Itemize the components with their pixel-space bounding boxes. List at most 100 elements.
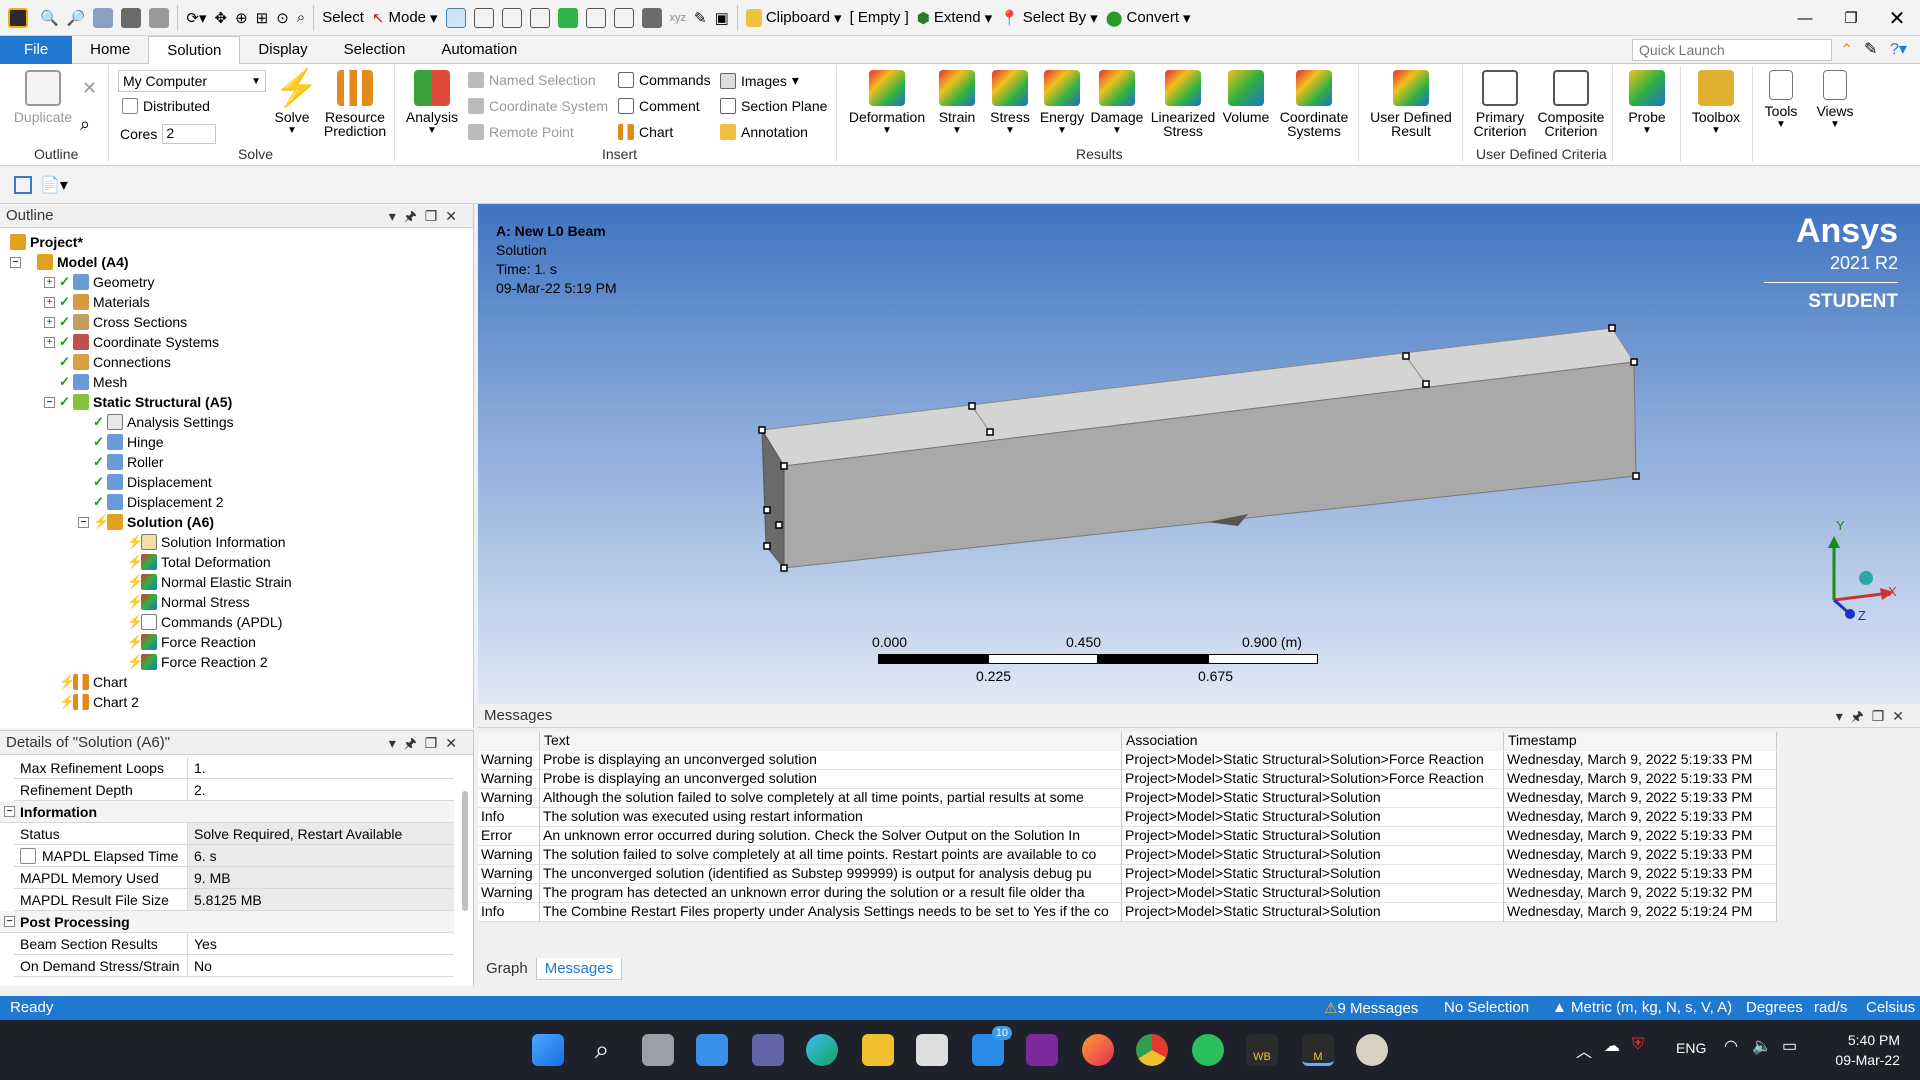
firefox-icon[interactable]	[1082, 1034, 1114, 1066]
probe-button[interactable]: Probe ▼	[1620, 70, 1674, 138]
chrome-icon[interactable]	[1136, 1034, 1168, 1066]
detail-row[interactable]: MAPDL Result File Size 5.8125 MB	[14, 889, 454, 911]
shaded-view-icon[interactable]	[117, 3, 145, 33]
details-section-post-processing[interactable]: − Post Processing	[0, 911, 454, 933]
message-row[interactable]: Warning The program has detected an unkno…	[478, 884, 1777, 903]
images-button[interactable]: Images ▾	[720, 72, 799, 89]
panel-controls[interactable]: ▾🖈❐✕	[389, 733, 465, 757]
checkbox-icon[interactable]	[20, 847, 36, 864]
expand-icon[interactable]: +	[44, 276, 55, 288]
primary-criterion-button[interactable]: Primary Criterion	[1466, 70, 1534, 138]
tab-graph[interactable]: Graph	[478, 958, 536, 980]
coordinate-system-button[interactable]: Coordinate System	[468, 98, 608, 114]
windows-start-icon[interactable]	[532, 1034, 564, 1066]
tree-normal-elastic-strain[interactable]: ⚡ Normal Elastic Strain	[127, 572, 292, 592]
tree-roller[interactable]: ✓ Roller	[93, 452, 164, 472]
commands-button[interactable]: Commands	[618, 72, 711, 88]
box-select-icon[interactable]	[89, 3, 117, 33]
user-defined-result-button[interactable]: User Defined Result	[1364, 70, 1458, 138]
tree-solution-information[interactable]: ⚡ Solution Information	[127, 532, 286, 552]
section-view-icon[interactable]	[145, 3, 173, 33]
tree-coordinate-systems[interactable]: + ✓ Coordinate Systems	[44, 332, 219, 352]
energy-button[interactable]: Energy ▼	[1036, 70, 1088, 138]
detail-row[interactable]: MAPDL Elapsed Time 6. s	[14, 845, 454, 867]
tree-solution[interactable]: − ⚡ Solution (A6)	[78, 512, 214, 532]
solve-target-select[interactable]: My Computer ▼	[118, 70, 266, 92]
chevron-up-tray-icon[interactable]: ︿	[1576, 1038, 1592, 1062]
detail-row[interactable]: Max Refinement Loops 1.	[14, 757, 454, 779]
tree-connections[interactable]: ✓ Connections	[59, 352, 171, 372]
messages-status[interactable]: ⚠9 Messages	[1324, 999, 1418, 1017]
mail-icon[interactable]: 10	[972, 1026, 1012, 1066]
select-by-button[interactable]: 📍 Select By ▾	[996, 3, 1102, 33]
tree-normal-stress[interactable]: ⚡ Normal Stress	[127, 592, 250, 612]
message-row[interactable]: Warning Although the solution failed to s…	[478, 789, 1777, 808]
analysis-button[interactable]: Analysis ▼	[404, 70, 460, 138]
clipboard-button[interactable]: Clipboard ▾	[742, 3, 846, 33]
document-icon[interactable]: 📄▾	[40, 175, 68, 195]
tree-chart-2[interactable]: ⚡ Chart 2	[59, 692, 139, 712]
xyz-icon[interactable]: xyz	[666, 3, 691, 33]
cores-input[interactable]: 2	[162, 124, 217, 144]
tree-chart[interactable]: ⚡ Chart	[59, 672, 127, 692]
tree-displacement-2[interactable]: ✓ Displacement 2	[93, 492, 224, 512]
tab-automation[interactable]: Automation	[423, 36, 535, 64]
detail-row[interactable]: On Demand Stress/Strain No	[14, 955, 454, 977]
extend-button[interactable]: ⬢ Extend ▾	[913, 3, 996, 33]
feedback-icon[interactable]: ✎	[1864, 39, 1877, 59]
collapse-icon[interactable]: −	[44, 396, 55, 408]
help-icon[interactable]: ?▾	[1890, 39, 1907, 59]
select-edge-icon[interactable]	[470, 3, 498, 33]
zoom-box-icon[interactable]: ⊞	[252, 3, 273, 33]
select-button[interactable]: Select	[318, 3, 368, 33]
tree-force-reaction-2[interactable]: ⚡ Force Reaction 2	[127, 652, 268, 672]
message-row[interactable]: Warning The solution failed to solve comp…	[478, 846, 1777, 865]
zoom-in-icon[interactable]: 🔎	[63, 3, 90, 33]
magnifier-icon[interactable]: ⌕	[293, 3, 309, 33]
col-text-header[interactable]: Text	[540, 732, 1122, 750]
cloud-icon[interactable]: ☁	[1604, 1036, 1620, 1056]
tree-model[interactable]: − Model (A4)	[10, 252, 129, 272]
stress-button[interactable]: Stress ▼	[984, 70, 1036, 138]
tab-display[interactable]: Display	[240, 36, 325, 64]
whatsapp-icon[interactable]	[1192, 1034, 1224, 1066]
pan-icon[interactable]: ✥	[210, 3, 231, 33]
tab-file[interactable]: File	[0, 35, 73, 64]
widgets-icon[interactable]	[696, 1034, 728, 1066]
details-section-information[interactable]: − Information	[0, 801, 454, 823]
save-icon[interactable]	[14, 176, 32, 194]
tree-displacement[interactable]: ✓ Displacement	[93, 472, 212, 492]
battery-icon[interactable]: ▭	[1782, 1036, 1797, 1056]
expand-icon[interactable]: +	[44, 316, 55, 328]
restore-button[interactable]: ❐	[1828, 3, 1874, 33]
col-association-header[interactable]: Association	[1122, 732, 1504, 750]
composite-criterion-button[interactable]: Composite Criterion	[1534, 70, 1608, 138]
views-button[interactable]: Views ▼	[1810, 70, 1860, 132]
select-element-face-icon[interactable]	[638, 3, 666, 33]
deformation-button[interactable]: Deformation ▼	[842, 70, 932, 138]
collapse-icon[interactable]: −	[78, 516, 89, 528]
tab-selection[interactable]: Selection	[326, 36, 424, 64]
volume-icon[interactable]: 🔈	[1752, 1036, 1772, 1056]
detail-row[interactable]: MAPDL Memory Used 9. MB	[14, 867, 454, 889]
panel-controls[interactable]: ▾🖈❐✕	[1836, 706, 1912, 730]
tree-materials[interactable]: + ✓ Materials	[44, 292, 150, 312]
tree-mesh[interactable]: ✓ Mesh	[59, 372, 127, 392]
clock[interactable]: 5:40 PM 09-Mar-22	[1820, 1030, 1900, 1070]
solve-button[interactable]: ⚡ Solve ▼	[270, 70, 319, 138]
damage-button[interactable]: Damage ▼	[1088, 70, 1146, 138]
coordinate-systems-button[interactable]: Coordinate Systems	[1274, 70, 1354, 138]
strain-button[interactable]: Strain ▼	[932, 70, 982, 138]
tab-solution[interactable]: Solution	[148, 35, 241, 64]
resource-prediction-button[interactable]: Resource Prediction	[318, 70, 392, 138]
select-vertex-icon[interactable]	[442, 3, 470, 33]
edge-icon[interactable]	[806, 1034, 838, 1066]
select-body-icon[interactable]	[526, 3, 554, 33]
expand-icon[interactable]: +	[44, 336, 55, 348]
remote-point-button[interactable]: Remote Point	[468, 124, 574, 140]
quick-launch-input[interactable]	[1632, 39, 1832, 61]
chart-button[interactable]: Chart	[618, 124, 673, 140]
search-icon[interactable]: ⌕	[80, 114, 90, 135]
col-timestamp-header[interactable]: Timestamp	[1504, 732, 1777, 750]
select-mesh-icon[interactable]	[554, 3, 582, 33]
